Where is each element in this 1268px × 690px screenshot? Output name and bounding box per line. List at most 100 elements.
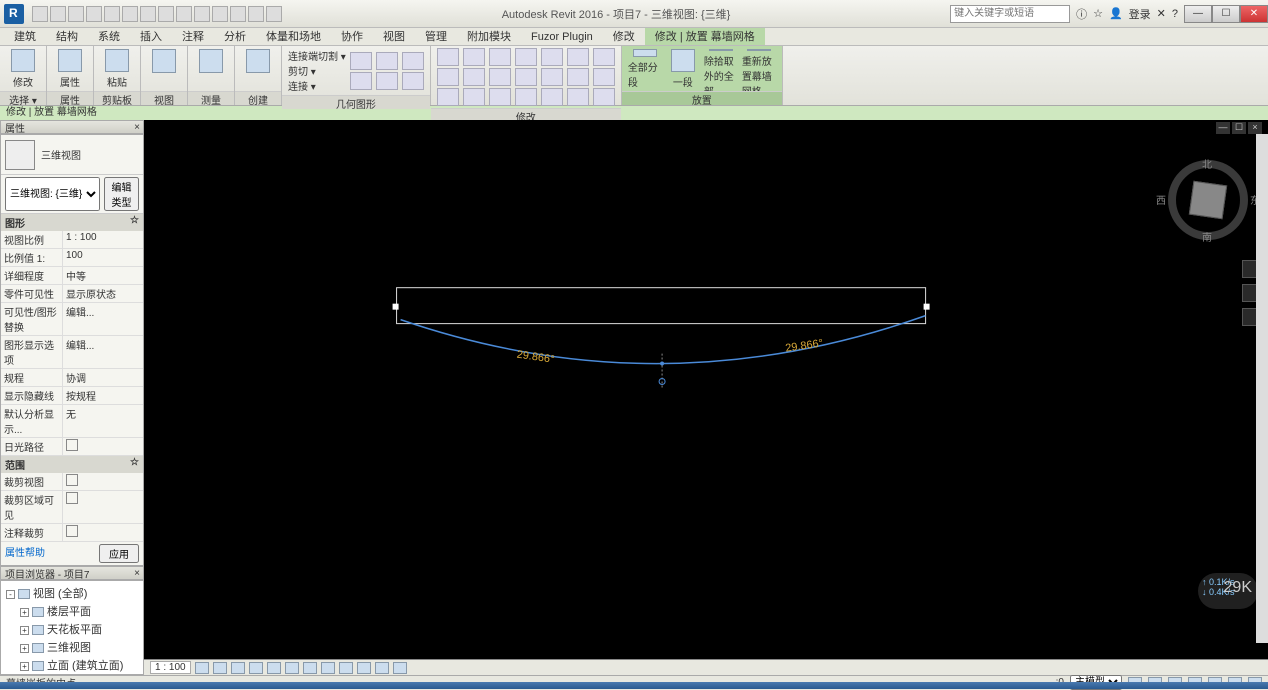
infocenter-icon[interactable]: ⓘ [1076, 6, 1087, 22]
geom-剪切[interactable]: 剪切 ▾ [288, 63, 346, 78]
viewcube-south[interactable]: 南 [1202, 229, 1212, 244]
properties-close-icon[interactable]: × [131, 122, 143, 133]
canvas-scroll-vertical[interactable] [1256, 134, 1268, 643]
ribbon-btn-tool[interactable] [147, 49, 181, 89]
type-selector-dropdown[interactable]: 三维视图: {三维} [5, 177, 100, 211]
modify-tool-icon[interactable] [567, 48, 589, 66]
prop-group-范围[interactable]: 范围☆ [1, 456, 143, 473]
view-cube[interactable]: 北 南 西 东 [1168, 160, 1248, 240]
modify-tool-icon[interactable] [593, 88, 615, 106]
modify-tool-icon[interactable] [541, 48, 563, 66]
geom-tool-icon[interactable] [350, 52, 372, 70]
exchange-icon[interactable]: ✕ [1157, 7, 1166, 20]
viewcube-west[interactable]: 西 [1156, 192, 1166, 207]
checkbox[interactable] [66, 439, 78, 451]
ribbon-btn-tool[interactable] [241, 49, 275, 89]
tree-node[interactable]: +三维视图 [4, 638, 140, 656]
prop-row[interactable]: 视图比例1 : 100 [1, 231, 143, 249]
prop-row[interactable]: 零件可见性显示原状态 [1, 285, 143, 303]
prop-row[interactable]: 显示隐藏线按规程 [1, 387, 143, 405]
crop-region-icon[interactable] [303, 662, 317, 674]
project-browser[interactable]: -视图 (全部)+楼层平面+天花板平面+三维视图+立面 (建筑立面)图例+明细表… [0, 580, 144, 675]
prop-row[interactable]: 图形显示选项编辑... [1, 336, 143, 369]
tab-6[interactable]: 体量和场地 [256, 28, 331, 45]
prop-row[interactable]: 可见性/图形替换编辑... [1, 303, 143, 336]
star-icon[interactable]: ☆ [1093, 7, 1103, 20]
temp-hide-icon[interactable] [339, 662, 353, 674]
ribbon-btn-属性[interactable]: 属性 [53, 49, 87, 89]
checkbox[interactable] [66, 525, 78, 537]
modify-tool-icon[interactable] [463, 48, 485, 66]
modify-tool-icon[interactable] [593, 68, 615, 86]
tab-12[interactable]: 修改 [603, 28, 645, 45]
tab-3[interactable]: 插入 [130, 28, 172, 45]
modify-tool-icon[interactable] [593, 48, 615, 66]
modify-tool-icon[interactable] [463, 68, 485, 86]
geom-tool-icon[interactable] [402, 52, 424, 70]
prop-row[interactable]: 裁剪视图 [1, 473, 143, 491]
unlock-icon[interactable] [321, 662, 335, 674]
modify-tool-icon[interactable] [437, 48, 459, 66]
tree-toggle-icon[interactable]: + [20, 644, 29, 653]
tree-node[interactable]: -视图 (全部) [4, 584, 140, 602]
help-search-input[interactable] [950, 5, 1070, 23]
tab-5[interactable]: 分析 [214, 28, 256, 45]
ribbon-btn-粘贴[interactable]: 粘贴 [100, 49, 134, 89]
tree-node[interactable]: +楼层平面 [4, 602, 140, 620]
tree-toggle-icon[interactable]: + [20, 626, 29, 635]
qat-undo-icon[interactable] [68, 6, 84, 22]
edit-type-button[interactable]: 编辑类型 [104, 177, 139, 211]
sun-path-icon[interactable] [231, 662, 245, 674]
tab-8[interactable]: 视图 [373, 28, 415, 45]
close-button[interactable]: ✕ [1240, 5, 1268, 23]
qat-open-icon[interactable] [32, 6, 48, 22]
prop-row[interactable]: 裁剪区域可见 [1, 491, 143, 524]
modify-tool-icon[interactable] [567, 88, 589, 106]
tree-node[interactable]: +天花板平面 [4, 620, 140, 638]
viewcube-north[interactable]: 北 [1202, 156, 1212, 171]
sign-in-link[interactable]: 登录 [1129, 6, 1151, 22]
prop-group-图形[interactable]: 图形☆ [1, 214, 143, 231]
tab-10[interactable]: 附加模块 [457, 28, 521, 45]
checkbox[interactable] [66, 474, 78, 486]
qat-dim-icon[interactable] [140, 6, 156, 22]
os-taskbar[interactable] [0, 682, 1268, 689]
qat-section-icon[interactable] [194, 6, 210, 22]
modify-tool-icon[interactable] [489, 48, 511, 66]
prop-row[interactable]: 规程协调 [1, 369, 143, 387]
modify-tool-icon[interactable] [463, 88, 485, 106]
modify-tool-icon[interactable] [437, 68, 459, 86]
browser-header[interactable]: 项目浏览器 - 项目7 × [0, 566, 144, 580]
qat-more-icon[interactable] [266, 6, 282, 22]
qat-close-icon[interactable] [230, 6, 246, 22]
analytic-icon[interactable] [375, 662, 389, 674]
ribbon-btn-除拾取外的全部[interactable]: 除拾取外的全部 [704, 49, 738, 89]
modify-tool-icon[interactable] [541, 68, 563, 86]
drawing-area[interactable]: 29.866° 29.866° 北 南 西 东 ↑ 0.1K/s ↓ 0.4K/… [144, 120, 1268, 659]
modify-tool-icon[interactable] [515, 48, 537, 66]
tab-1[interactable]: 结构 [46, 28, 88, 45]
properties-help-link[interactable]: 属性帮助 [5, 544, 45, 559]
qat-print-icon[interactable] [104, 6, 120, 22]
prop-row[interactable]: 比例值 1:100 [1, 249, 143, 267]
geom-tool-icon[interactable] [376, 52, 398, 70]
help-icon[interactable]: ? [1172, 8, 1178, 20]
ribbon-btn-全部分段[interactable]: 全部分段 [628, 49, 662, 89]
modify-tool-icon[interactable] [567, 68, 589, 86]
modify-tool-icon[interactable] [541, 88, 563, 106]
prop-row[interactable]: 详细程度中等 [1, 267, 143, 285]
modify-tool-icon[interactable] [489, 68, 511, 86]
user-icon[interactable]: 👤 [1109, 7, 1123, 20]
visual-style-icon[interactable] [213, 662, 227, 674]
qat-save-icon[interactable] [50, 6, 66, 22]
geom-tool-icon[interactable] [402, 72, 424, 90]
tab-7[interactable]: 协作 [331, 28, 373, 45]
ribbon-btn-重新放置幕墙网格[interactable]: 重新放置幕墙网格 [742, 49, 776, 89]
modify-tool-icon[interactable] [489, 88, 511, 106]
prop-row[interactable]: 日光路径 [1, 438, 143, 456]
checkbox[interactable] [66, 492, 78, 504]
geom-连接端切割[interactable]: 连接端切割 ▾ [288, 48, 346, 63]
properties-header[interactable]: 属性 × [0, 120, 144, 134]
detail-level-icon[interactable] [195, 662, 209, 674]
tab-4[interactable]: 注释 [172, 28, 214, 45]
